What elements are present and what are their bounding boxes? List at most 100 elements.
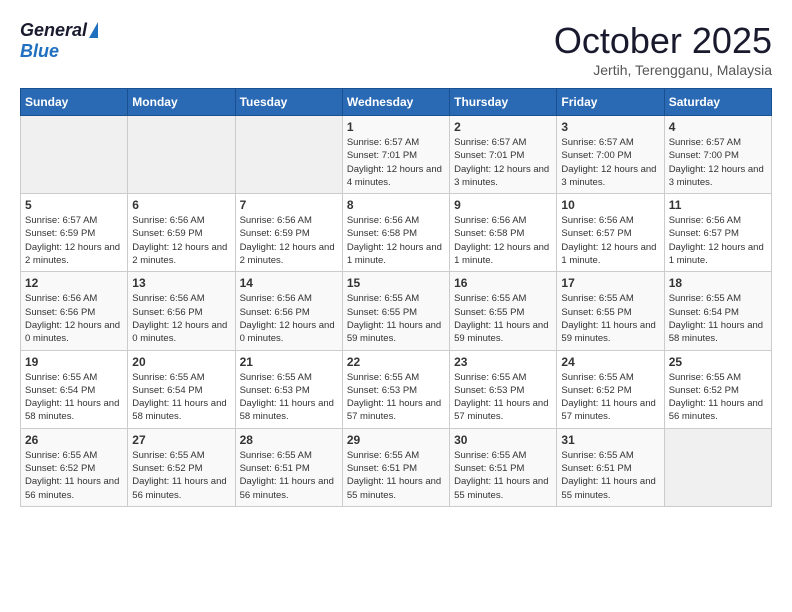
day-detail: Sunrise: 6:55 AMSunset: 6:53 PMDaylight:… [454,371,552,424]
calendar-cell [21,116,128,194]
day-number: 13 [132,276,230,290]
day-number: 28 [240,433,338,447]
day-detail: Sunrise: 6:56 AMSunset: 6:59 PMDaylight:… [240,214,338,267]
calendar-cell: 31Sunrise: 6:55 AMSunset: 6:51 PMDayligh… [557,428,664,506]
calendar-cell: 17 Sunrise: 6:55 AMSunset: 6:55 PMDayligh… [557,272,664,350]
day-detail: Sunrise: 6:55 AMSunset: 6:55 PMDaylight:… [454,292,552,345]
weekday-header-wednesday: Wednesday [342,89,449,116]
day-detail: Sunrise: 6:55 AMSunset: 6:54 PMDaylight:… [132,371,230,424]
week-row-4: 19Sunrise: 6:55 AMSunset: 6:54 PMDayligh… [21,350,772,428]
location-subtitle: Jertih, Terengganu, Malaysia [554,62,772,78]
calendar-cell: 29 Sunrise: 6:55 AMSunset: 6:51 PMDayligh… [342,428,449,506]
day-number: 24 [561,355,659,369]
day-detail: Sunrise: 6:55 AMSunset: 6:55 PMDaylight:… [561,292,659,345]
day-detail: Sunrise: 6:56 AMSunset: 6:58 PMDaylight:… [347,214,445,267]
calendar-cell: 15Sunrise: 6:55 AMSunset: 6:55 PMDayligh… [342,272,449,350]
calendar-cell: 30 Sunrise: 6:55 AMSunset: 6:51 PMDayligh… [450,428,557,506]
calendar-cell: 10 Sunrise: 6:56 AMSunset: 6:57 PMDayligh… [557,194,664,272]
calendar-table: SundayMondayTuesdayWednesdayThursdayFrid… [20,88,772,507]
page-header: General Blue October 2025 Jertih, Tereng… [20,20,772,78]
calendar-cell: 9 Sunrise: 6:56 AMSunset: 6:58 PMDaylight… [450,194,557,272]
day-detail: Sunrise: 6:55 AMSunset: 6:51 PMDaylight:… [240,449,338,502]
day-detail: Sunrise: 6:55 AMSunset: 6:53 PMDaylight:… [240,371,338,424]
day-number: 18 [669,276,767,290]
day-number: 6 [132,198,230,212]
calendar-cell: 7Sunrise: 6:56 AMSunset: 6:59 PMDaylight… [235,194,342,272]
day-detail: Sunrise: 6:55 AMSunset: 6:51 PMDaylight:… [454,449,552,502]
calendar-cell: 20 Sunrise: 6:55 AMSunset: 6:54 PMDayligh… [128,350,235,428]
day-number: 26 [25,433,123,447]
day-detail: Sunrise: 6:55 AMSunset: 6:52 PMDaylight:… [669,371,767,424]
logo-triangle-icon [89,22,98,38]
weekday-header-thursday: Thursday [450,89,557,116]
calendar-cell [128,116,235,194]
calendar-cell: 19Sunrise: 6:55 AMSunset: 6:54 PMDayligh… [21,350,128,428]
logo-blue: Blue [20,41,59,62]
day-number: 8 [347,198,445,212]
day-number: 29 [347,433,445,447]
day-detail: Sunrise: 6:56 AMSunset: 6:57 PMDaylight:… [561,214,659,267]
day-number: 1 [347,120,445,134]
calendar-cell: 4Sunrise: 6:57 AMSunset: 7:00 PMDaylight… [664,116,771,194]
week-row-1: 1 Sunrise: 6:57 AMSunset: 7:01 PMDaylight… [21,116,772,194]
calendar-cell: 26Sunrise: 6:55 AMSunset: 6:52 PMDayligh… [21,428,128,506]
week-row-3: 12 Sunrise: 6:56 AMSunset: 6:56 PMDayligh… [21,272,772,350]
logo-general: General [20,20,87,41]
day-detail: Sunrise: 6:56 AMSunset: 6:56 PMDaylight:… [132,292,230,345]
calendar-cell: 21 Sunrise: 6:55 AMSunset: 6:53 PMDayligh… [235,350,342,428]
day-number: 27 [132,433,230,447]
day-number: 3 [561,120,659,134]
day-number: 11 [669,198,767,212]
calendar-cell: 25Sunrise: 6:55 AMSunset: 6:52 PMDayligh… [664,350,771,428]
calendar-cell: 12 Sunrise: 6:56 AMSunset: 6:56 PMDayligh… [21,272,128,350]
calendar-cell: 13 Sunrise: 6:56 AMSunset: 6:56 PMDayligh… [128,272,235,350]
day-detail: Sunrise: 6:55 AMSunset: 6:52 PMDaylight:… [561,371,659,424]
calendar-cell: 28 Sunrise: 6:55 AMSunset: 6:51 PMDayligh… [235,428,342,506]
calendar-cell: 18 Sunrise: 6:55 AMSunset: 6:54 PMDayligh… [664,272,771,350]
day-detail: Sunrise: 6:55 AMSunset: 6:54 PMDaylight:… [25,371,123,424]
title-section: October 2025 Jertih, Terengganu, Malaysi… [554,20,772,78]
calendar-cell [664,428,771,506]
weekday-header-monday: Monday [128,89,235,116]
day-number: 14 [240,276,338,290]
day-detail: Sunrise: 6:55 AMSunset: 6:51 PMDaylight:… [561,449,659,502]
day-number: 17 [561,276,659,290]
calendar-cell: 23 Sunrise: 6:55 AMSunset: 6:53 PMDayligh… [450,350,557,428]
day-detail: Sunrise: 6:55 AMSunset: 6:51 PMDaylight:… [347,449,445,502]
day-number: 30 [454,433,552,447]
month-title: October 2025 [554,20,772,62]
calendar-cell: 2 Sunrise: 6:57 AMSunset: 7:01 PMDaylight… [450,116,557,194]
day-number: 21 [240,355,338,369]
day-detail: Sunrise: 6:55 AMSunset: 6:52 PMDaylight:… [132,449,230,502]
week-row-2: 5 Sunrise: 6:57 AMSunset: 6:59 PMDaylight… [21,194,772,272]
day-number: 22 [347,355,445,369]
day-detail: Sunrise: 6:57 AMSunset: 7:01 PMDaylight:… [454,136,552,189]
day-number: 12 [25,276,123,290]
weekday-header-row: SundayMondayTuesdayWednesdayThursdayFrid… [21,89,772,116]
calendar-cell: 14 Sunrise: 6:56 AMSunset: 6:56 PMDayligh… [235,272,342,350]
day-detail: Sunrise: 6:57 AMSunset: 6:59 PMDaylight:… [25,214,123,267]
week-row-5: 26 Sunrise: 6:55 AMSunset: 6:52 PMDayligh… [21,428,772,506]
day-detail: Sunrise: 6:56 AMSunset: 6:57 PMDaylight:… [669,214,767,267]
calendar-cell: 27 Sunrise: 6:55 AMSunset: 6:52 PMDayligh… [128,428,235,506]
calendar-cell: 22 Sunrise: 6:55 AMSunset: 6:53 PMDayligh… [342,350,449,428]
day-detail: Sunrise: 6:56 AMSunset: 6:59 PMDaylight:… [132,214,230,267]
day-number: 2 [454,120,552,134]
calendar-cell [235,116,342,194]
day-number: 5 [25,198,123,212]
day-number: 9 [454,198,552,212]
day-detail: Sunrise: 6:55 AMSunset: 6:53 PMDaylight:… [347,371,445,424]
day-number: 10 [561,198,659,212]
calendar-cell: 11 Sunrise: 6:56 AMSunset: 6:57 PMDayligh… [664,194,771,272]
day-detail: Sunrise: 6:56 AMSunset: 6:58 PMDaylight:… [454,214,552,267]
day-detail: Sunrise: 6:56 AMSunset: 6:56 PMDaylight:… [25,292,123,345]
calendar-cell: 6 Sunrise: 6:56 AMSunset: 6:59 PMDaylight… [128,194,235,272]
day-detail: Sunrise: 6:56 AMSunset: 6:56 PMDaylight:… [240,292,338,345]
logo: General Blue [20,20,98,62]
day-number: 23 [454,355,552,369]
day-number: 20 [132,355,230,369]
day-detail: Sunrise: 6:55 AMSunset: 6:54 PMDaylight:… [669,292,767,345]
calendar-cell: 3Sunrise: 6:57 AMSunset: 7:00 PMDaylight… [557,116,664,194]
weekday-header-saturday: Saturday [664,89,771,116]
calendar-cell: 8 Sunrise: 6:56 AMSunset: 6:58 PMDaylight… [342,194,449,272]
